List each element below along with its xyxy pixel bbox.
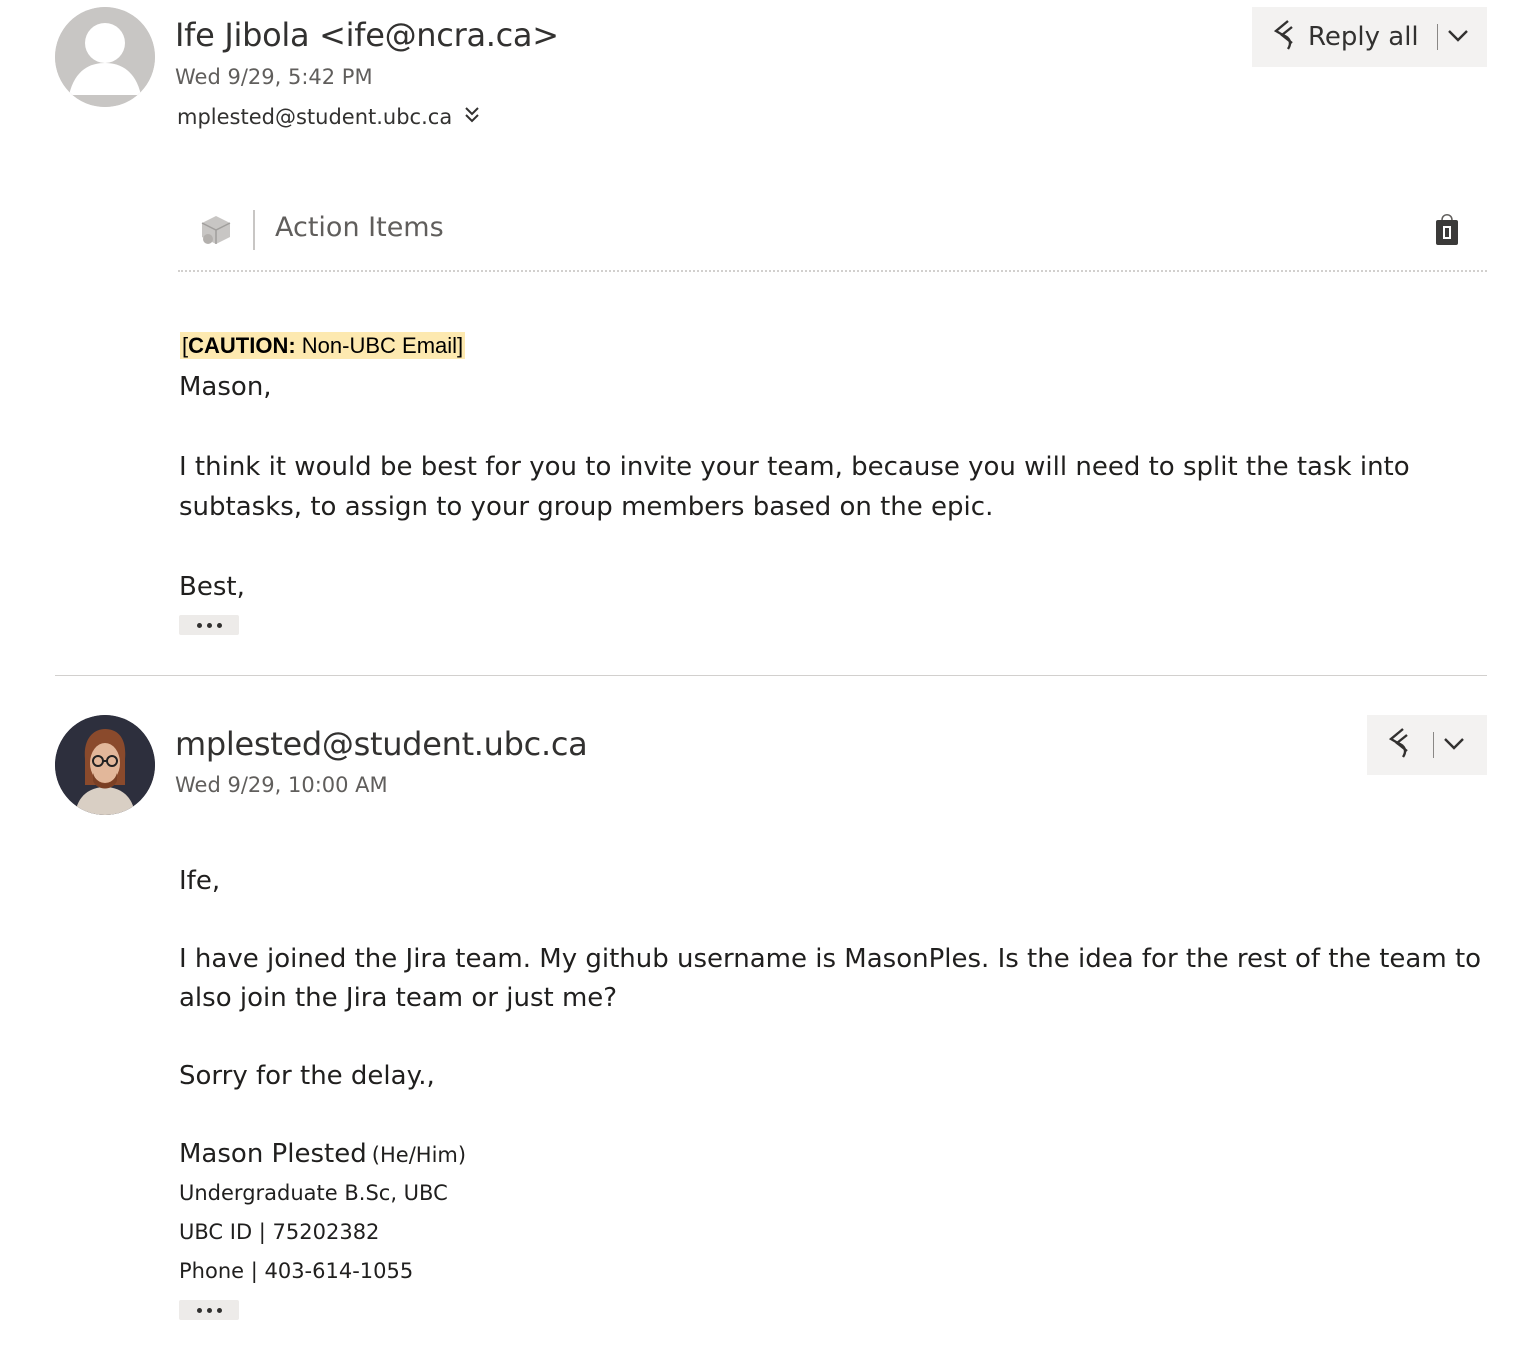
signature-pronouns: (He/Him) xyxy=(371,1143,467,1167)
sender-avatar[interactable] xyxy=(55,715,155,815)
reply-all-button[interactable]: Reply all xyxy=(1252,7,1487,67)
action-items-bar: Action Items xyxy=(178,208,1487,272)
message-separator xyxy=(55,675,1487,676)
caution-banner: [CAUTION: Non-UBC Email] xyxy=(180,332,466,359)
recipient-email[interactable]: mplested@student.ubc.ca xyxy=(177,105,452,129)
body-line: also join the Jira team or just me? xyxy=(179,983,618,1013)
bar-divider xyxy=(253,210,255,250)
sender-name[interactable]: mplested@student.ubc.ca xyxy=(175,725,588,763)
body-line: Sorry for the delay., xyxy=(179,1061,435,1091)
reply-button[interactable] xyxy=(1367,715,1487,775)
signature-line: Phone | 403-614-1055 xyxy=(179,1259,414,1283)
divider xyxy=(1436,24,1438,50)
reply-all-icon xyxy=(1268,18,1298,56)
chevron-down-icon[interactable] xyxy=(1442,731,1466,759)
signature-name: Mason Plested xyxy=(179,1139,367,1169)
body-line: Best, xyxy=(179,572,245,602)
reply-all-label: Reply all xyxy=(1308,22,1419,52)
recipient-line: mplested@student.ubc.ca xyxy=(177,103,480,130)
body-line: Ife, xyxy=(179,866,221,896)
sender-avatar[interactable] xyxy=(55,7,155,107)
ellipsis-icon[interactable] xyxy=(179,615,239,635)
signature-name-line: Mason Plested (He/Him) xyxy=(179,1134,466,1174)
body-line: subtasks, to assign to your group member… xyxy=(179,492,994,522)
ellipsis-icon[interactable] xyxy=(179,1300,239,1320)
cube-icon[interactable] xyxy=(200,214,232,250)
double-chevron-down-icon[interactable] xyxy=(464,103,480,130)
caution-text: Non-UBC Email] xyxy=(295,333,464,358)
profile-photo-avatar-icon xyxy=(55,715,155,815)
signature-line: Undergraduate B.Sc, UBC xyxy=(179,1181,448,1205)
divider xyxy=(1433,732,1434,758)
sender-name[interactable]: Ife Jibola <ife@ncra.ca> xyxy=(175,16,559,54)
office-store-icon[interactable] xyxy=(1434,211,1460,251)
body-line: Mason, xyxy=(179,372,272,402)
message-date: Wed 9/29, 5:42 PM xyxy=(175,65,373,89)
caution-label: CAUTION: xyxy=(188,333,296,358)
reply-icon xyxy=(1383,726,1413,764)
body-line: I have joined the Jira team. My github u… xyxy=(179,944,1482,974)
person-avatar-icon xyxy=(55,7,155,107)
action-items-label[interactable]: Action Items xyxy=(275,212,444,243)
chevron-down-icon[interactable] xyxy=(1446,23,1470,51)
body-line: I think it would be best for you to invi… xyxy=(179,452,1410,482)
message-date: Wed 9/29, 10:00 AM xyxy=(175,773,388,797)
signature-line: UBC ID | 75202382 xyxy=(179,1220,380,1244)
